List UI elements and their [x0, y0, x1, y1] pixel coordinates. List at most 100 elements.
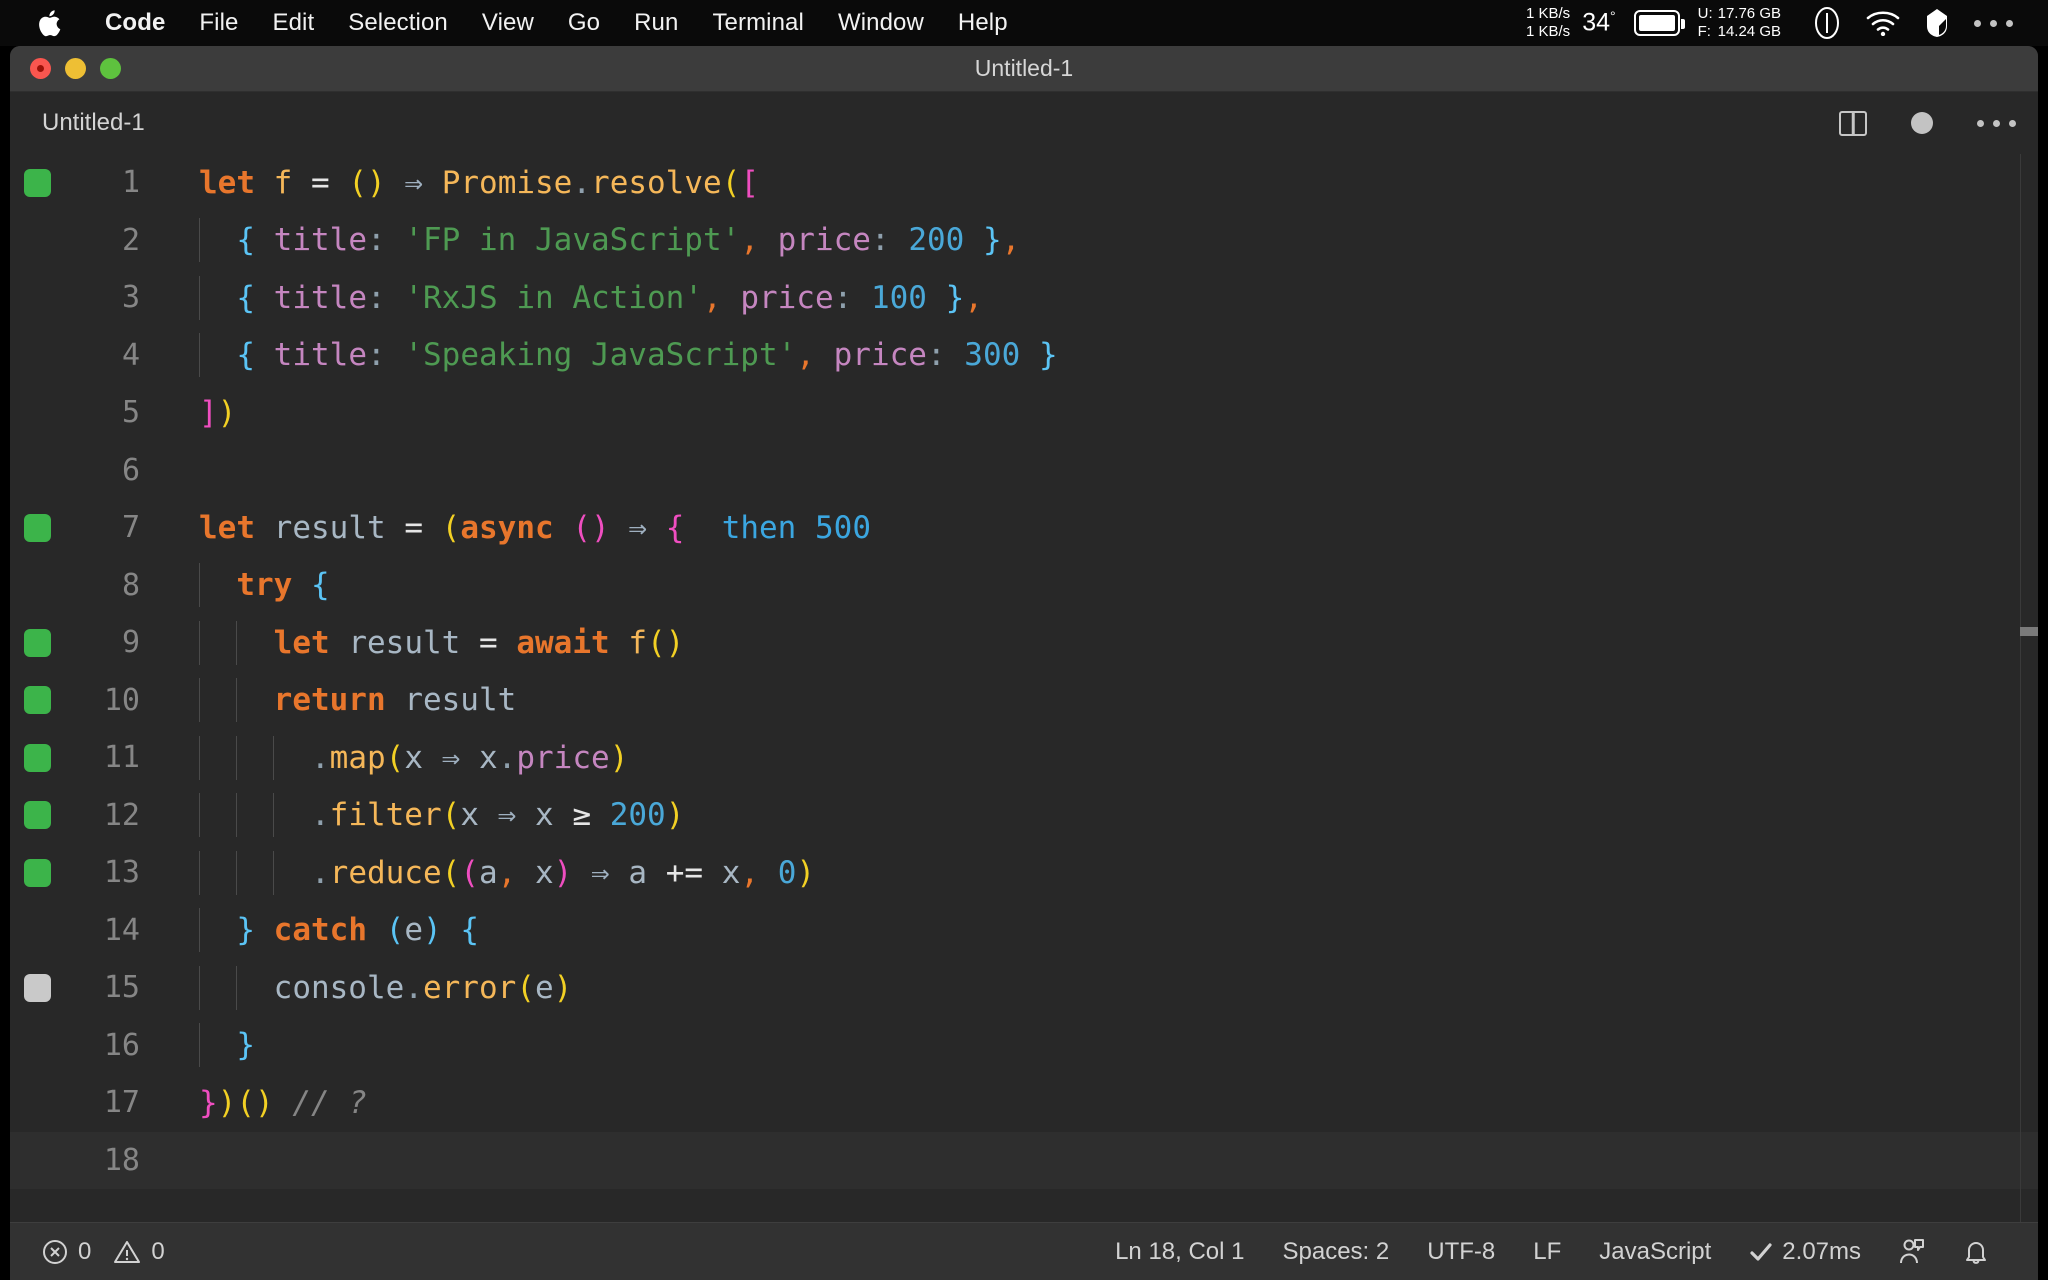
degree-symbol: °	[1610, 8, 1616, 25]
code-line-16[interactable]: 16 }	[10, 1017, 2038, 1075]
code-line-6[interactable]: 6	[10, 442, 2038, 500]
code-text-14: } catch (e) {	[140, 908, 2038, 953]
coverage-gutter-11[interactable]	[10, 743, 64, 772]
code-line-10[interactable]: 10 return result	[10, 672, 2038, 730]
line-number-4: 4	[121, 337, 140, 373]
code-line-15[interactable]: 15 console.error(e)	[10, 959, 2038, 1017]
code-line-8[interactable]: 8 try {	[10, 557, 2038, 615]
split-editor-icon[interactable]	[1839, 110, 1867, 136]
line-number-13: 13	[103, 855, 140, 891]
temperature-value: 34	[1582, 8, 1610, 37]
editor-tab-strip: Untitled-1	[10, 92, 2038, 154]
disk-free-value: 14.24 GB	[1717, 23, 1781, 40]
disk-used-label: U:	[1697, 5, 1713, 22]
menu-terminal[interactable]: Terminal	[695, 9, 821, 37]
menu-code[interactable]: Code	[88, 9, 182, 37]
code-line-4[interactable]: 4 { title: 'Speaking JavaScript', price:…	[10, 327, 2038, 385]
menu-go[interactable]: Go	[551, 9, 617, 37]
menu-file[interactable]: File	[182, 9, 255, 37]
code-line-3[interactable]: 3 { title: 'RxJS in Action', price: 100 …	[10, 269, 2038, 327]
code-line-1[interactable]: 1 let f = () ⇒ Promise.resolve([	[10, 154, 2038, 212]
editor-overview-ruler[interactable]	[2020, 154, 2038, 1222]
check-icon	[1749, 1241, 1773, 1263]
coverage-gutter-1[interactable]	[10, 168, 64, 197]
disk-usage-indicator[interactable]: U: 17.76 GB F: 14.24 GB	[1698, 5, 1781, 41]
wifi-icon[interactable]	[1866, 10, 1900, 36]
code-text-1: let f = () ⇒ Promise.resolve([	[199, 164, 760, 201]
warning-triangle-icon	[113, 1239, 141, 1265]
shield-icon[interactable]	[1926, 8, 1948, 38]
menu-help[interactable]: Help	[941, 9, 1025, 37]
status-feedback-button[interactable]	[1880, 1238, 1944, 1266]
code-line-14[interactable]: 14 } catch (e) {	[10, 902, 2038, 960]
battery-icon[interactable]	[1633, 10, 1685, 36]
code-line-13[interactable]: 13 .reduce((a, x) ⇒ a += x, 0)	[10, 844, 2038, 902]
tab-label: Untitled-1	[42, 109, 145, 136]
code-text-2: { title: 'FP in JavaScript', price: 200 …	[140, 218, 2038, 263]
line-number-12: 12	[103, 797, 140, 833]
line-number-11: 11	[103, 740, 140, 776]
line-number-5: 5	[121, 395, 140, 431]
scrollbar-thumb[interactable]	[2020, 627, 2038, 636]
unsaved-dot-icon[interactable]	[1911, 112, 1933, 134]
code-line-5[interactable]: 5 ])	[10, 384, 2038, 442]
apple-logo-icon[interactable]	[36, 8, 62, 38]
status-bar: 0 0 Ln 18, Col 1 Spaces: 2 UTF-8 LF Java…	[10, 1222, 2038, 1280]
code-editor[interactable]: 1 let f = () ⇒ Promise.resolve([ 2 { tit…	[10, 154, 2038, 1222]
code-text-10: return result	[140, 678, 2038, 723]
code-text-13: .reduce((a, x) ⇒ a += x, 0)	[140, 850, 2038, 895]
menu-edit[interactable]: Edit	[255, 9, 331, 37]
tab-untitled-1[interactable]: Untitled-1	[10, 92, 173, 154]
coverage-hit-marker	[23, 168, 51, 197]
line-number-14: 14	[103, 912, 140, 948]
line-number-8: 8	[121, 567, 140, 603]
window-title: Untitled-1	[974, 55, 1074, 81]
line-number-10: 10	[103, 682, 140, 718]
menu-bar-ellipsis-icon[interactable]	[1974, 19, 2013, 27]
coverage-gutter-7[interactable]	[10, 513, 64, 542]
status-indentation[interactable]: Spaces: 2	[1264, 1238, 1409, 1266]
code-line-11[interactable]: 11 .map(x ⇒ x.price)	[10, 729, 2038, 787]
window-titlebar: Untitled-1	[10, 46, 2038, 92]
code-text-15: console.error(e)	[140, 965, 2038, 1010]
coverage-hit-marker	[23, 628, 51, 657]
error-count: 0	[78, 1237, 92, 1265]
code-text-9: let result = await f()	[140, 620, 2038, 665]
more-actions-icon[interactable]	[1977, 119, 2016, 127]
runtime-value: 2.07ms	[1782, 1237, 1861, 1265]
status-bar-problems[interactable]: 0 0	[42, 1238, 165, 1266]
status-eol[interactable]: LF	[1514, 1238, 1580, 1266]
coverage-gutter-13[interactable]	[10, 858, 64, 887]
status-language-mode[interactable]: JavaScript	[1580, 1238, 1730, 1266]
line-number-17: 17	[103, 1085, 140, 1121]
code-text-8: try {	[140, 563, 2038, 608]
menu-bar-status-area: 1 KB/s 1 KB/s 34° U: 17.76 GB F: 14.24 GB	[1526, 0, 2026, 46]
code-line-18[interactable]: 18	[10, 1131, 2038, 1189]
cpu-temperature-indicator[interactable]: 34°	[1582, 8, 1615, 37]
code-line-9[interactable]: 9 let result = await f()	[10, 614, 2038, 672]
gauge-icon[interactable]	[1814, 6, 1840, 40]
code-line-17[interactable]: 17 })() // ?	[10, 1074, 2038, 1132]
editor-tab-actions	[1839, 110, 2016, 136]
status-notifications-button[interactable]	[1944, 1238, 2008, 1266]
coverage-gutter-9[interactable]	[10, 628, 64, 657]
menu-run[interactable]: Run	[617, 9, 695, 37]
warning-count: 0	[151, 1237, 165, 1265]
network-speed-indicator[interactable]: 1 KB/s 1 KB/s	[1526, 5, 1570, 41]
menu-view[interactable]: View	[465, 9, 551, 37]
code-line-7[interactable]: 7 let result = (async () ⇒ { then 500	[10, 499, 2038, 557]
status-cursor-position[interactable]: Ln 18, Col 1	[1096, 1238, 1263, 1266]
menu-window[interactable]: Window	[821, 9, 941, 37]
line-number-3: 3	[121, 280, 140, 316]
coverage-gutter-15[interactable]	[10, 973, 64, 1002]
menu-selection[interactable]: Selection	[331, 9, 465, 37]
code-line-2[interactable]: 2 { title: 'FP in JavaScript', price: 20…	[10, 212, 2038, 270]
coverage-gutter-12[interactable]	[10, 801, 64, 830]
feedback-icon	[1899, 1238, 1925, 1266]
line-number-9: 9	[121, 625, 140, 661]
coverage-gutter-10[interactable]	[10, 686, 64, 715]
code-text-5: ])	[199, 394, 237, 431]
code-line-12[interactable]: 12 .filter(x ⇒ x ≥ 200)	[10, 787, 2038, 845]
status-encoding[interactable]: UTF-8	[1408, 1238, 1514, 1266]
status-runtime[interactable]: 2.07ms	[1730, 1238, 1880, 1266]
